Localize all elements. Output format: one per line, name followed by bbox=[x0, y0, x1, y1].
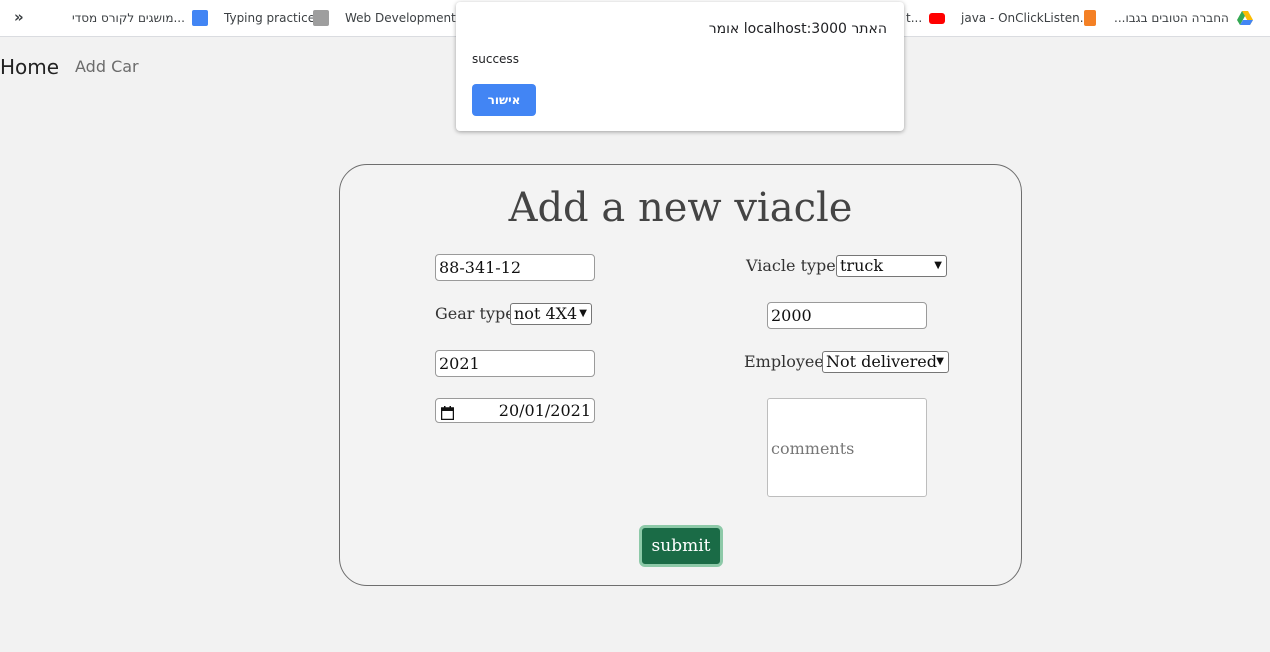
comments-placeholder: comments bbox=[771, 439, 855, 458]
typing-site-icon bbox=[313, 10, 329, 26]
calendar-icon[interactable] bbox=[440, 403, 455, 421]
form-title: Add a new viacle bbox=[508, 185, 853, 231]
chevron-down-icon: ▼ bbox=[936, 356, 944, 367]
nav-add-car-link[interactable]: Add Car bbox=[75, 57, 139, 76]
gear-type-value: not 4X4 bbox=[514, 304, 578, 323]
google-docs-icon bbox=[192, 10, 208, 26]
bookmark-web-development[interactable]: Web Development... bbox=[345, 11, 467, 25]
year-input[interactable]: 2021 bbox=[435, 350, 595, 377]
dialog-ok-button[interactable]: אישור bbox=[472, 84, 536, 116]
bookmark-hebrew-site[interactable]: ...החברה הטובים בגבו bbox=[1114, 11, 1229, 25]
youtube-icon bbox=[929, 13, 945, 24]
employee-value: Not delivered bbox=[826, 352, 937, 371]
dialog-message: success bbox=[472, 52, 519, 66]
date-input[interactable]: 20/01/2021 bbox=[435, 398, 595, 423]
bookmark-db-concepts[interactable]: מושגים לקורס מסדי... bbox=[72, 11, 185, 25]
gear-type-label: Gear type bbox=[435, 304, 515, 323]
bookmarks-overflow-button[interactable]: » bbox=[14, 8, 24, 26]
vehicle-type-label: Viacle type: bbox=[746, 256, 842, 275]
engine-volume-input[interactable]: 2000 bbox=[767, 302, 927, 329]
chevron-down-icon: ▼ bbox=[934, 260, 942, 271]
nav-home-link[interactable]: Home bbox=[0, 55, 59, 79]
add-vehicle-form: Add a new viacle 88-341-12 Gear type not… bbox=[339, 164, 1022, 586]
vehicle-type-value: truck bbox=[840, 256, 884, 275]
bookmark-typing-practice[interactable]: Typing practice bbox=[224, 11, 315, 25]
dialog-title: האתר localhost:3000 אומר bbox=[708, 21, 887, 37]
employee-select[interactable]: Not delivered ▼ bbox=[822, 351, 949, 373]
submit-button[interactable]: submit bbox=[639, 525, 723, 567]
bookmark-java-onclicklistener[interactable]: java - OnClickListen... bbox=[961, 11, 1091, 25]
vehicle-type-select[interactable]: truck ▼ bbox=[836, 255, 947, 277]
google-drive-icon[interactable] bbox=[1237, 10, 1253, 26]
bookmark-partial[interactable]: t... bbox=[906, 11, 922, 25]
license-plate-input[interactable]: 88-341-12 bbox=[435, 254, 595, 281]
gear-type-select[interactable]: not 4X4 ▼ bbox=[510, 303, 592, 325]
comments-textarea[interactable]: comments bbox=[767, 398, 927, 497]
employee-label: Employee bbox=[744, 352, 824, 371]
date-value: 20/01/2021 bbox=[498, 401, 591, 420]
stackoverflow-icon bbox=[1084, 10, 1096, 26]
alert-dialog: האתר localhost:3000 אומר success אישור bbox=[456, 2, 904, 131]
chevron-down-icon: ▼ bbox=[579, 308, 587, 319]
